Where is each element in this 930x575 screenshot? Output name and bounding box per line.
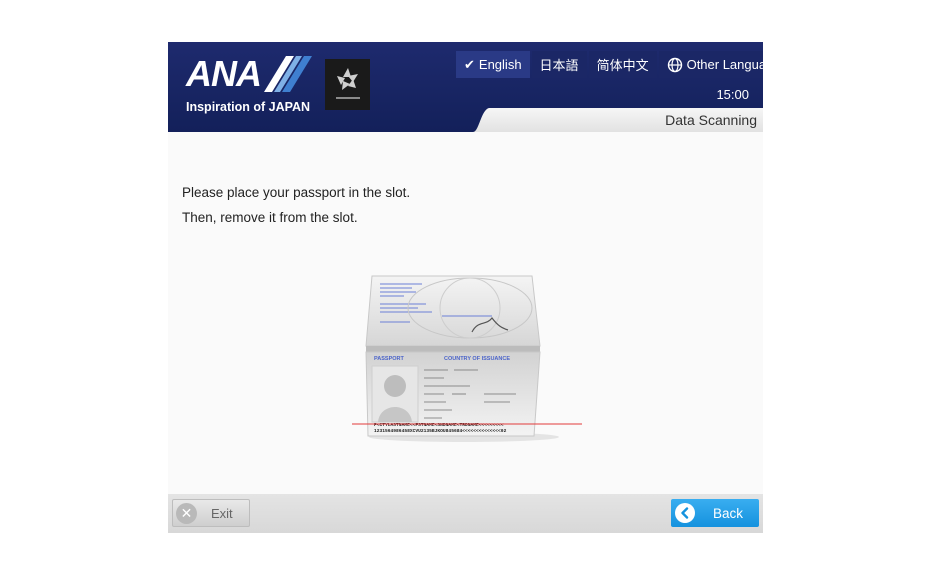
passport-illustration: PASSPORT COUNTRY OF ISSUANCE P<CTYLASTNA… xyxy=(352,275,582,442)
passport-mrz-line-1: P<CTYLASTNAME<<FSTNAME<SNDNAME<TRDNAME<<… xyxy=(374,422,504,428)
passport-heading-right: COUNTRY OF ISSUANCE xyxy=(444,356,510,362)
instruction-line-2: Then, remove it from the slot. xyxy=(182,210,358,225)
back-button[interactable]: Back xyxy=(671,499,759,527)
logo-stripes-icon xyxy=(264,56,312,92)
chevron-left-icon xyxy=(675,503,695,523)
passport-mrz-line-2: 1231564986458XCVU2135BJKOU845684<<<<<<<<… xyxy=(374,428,507,434)
language-chinese-button[interactable]: 简体中文 xyxy=(588,51,657,78)
language-japanese-label: 日本語 xyxy=(539,58,579,73)
star-alliance-icon xyxy=(335,67,360,99)
language-selector: ✔ English 日本語 简体中文 Other Language xyxy=(456,51,763,78)
check-icon: ✔ xyxy=(464,56,475,72)
header-bar: ANA Inspiration of JAPAN ✔ English 日本語 简… xyxy=(168,42,763,132)
footer-bar: ✕ Exit Back xyxy=(168,494,763,533)
exit-button-label: Exit xyxy=(211,505,233,521)
clock-display: 15:00 xyxy=(716,87,749,102)
language-other-button[interactable]: Other Language xyxy=(658,51,763,78)
language-chinese-label: 简体中文 xyxy=(596,58,649,73)
language-japanese-button[interactable]: 日本語 xyxy=(531,51,587,78)
instruction-line-1: Please place your passport in the slot. xyxy=(182,185,411,200)
close-icon: ✕ xyxy=(176,502,197,524)
language-english-button[interactable]: ✔ English xyxy=(456,51,530,78)
language-other-label: Other Language xyxy=(686,57,763,72)
kiosk-screen: ANA Inspiration of JAPAN ✔ English 日本語 简… xyxy=(168,42,763,533)
language-english-label: English xyxy=(478,57,522,72)
breadcrumb-label: Data Scanning xyxy=(665,112,757,128)
breadcrumb: Data Scanning xyxy=(473,108,763,132)
back-button-label: Back xyxy=(713,505,744,521)
logo-tagline: Inspiration of JAPAN xyxy=(186,100,311,114)
ana-logo: ANA Inspiration of JAPAN xyxy=(186,52,316,118)
logo-wordmark: ANA xyxy=(186,53,262,94)
star-alliance-logo xyxy=(325,59,370,110)
passport-heading-left: PASSPORT xyxy=(374,356,404,362)
exit-button[interactable]: ✕ Exit xyxy=(172,499,250,527)
instruction-text: Please place your passport in the slot. … xyxy=(182,180,410,230)
globe-icon xyxy=(667,57,682,72)
